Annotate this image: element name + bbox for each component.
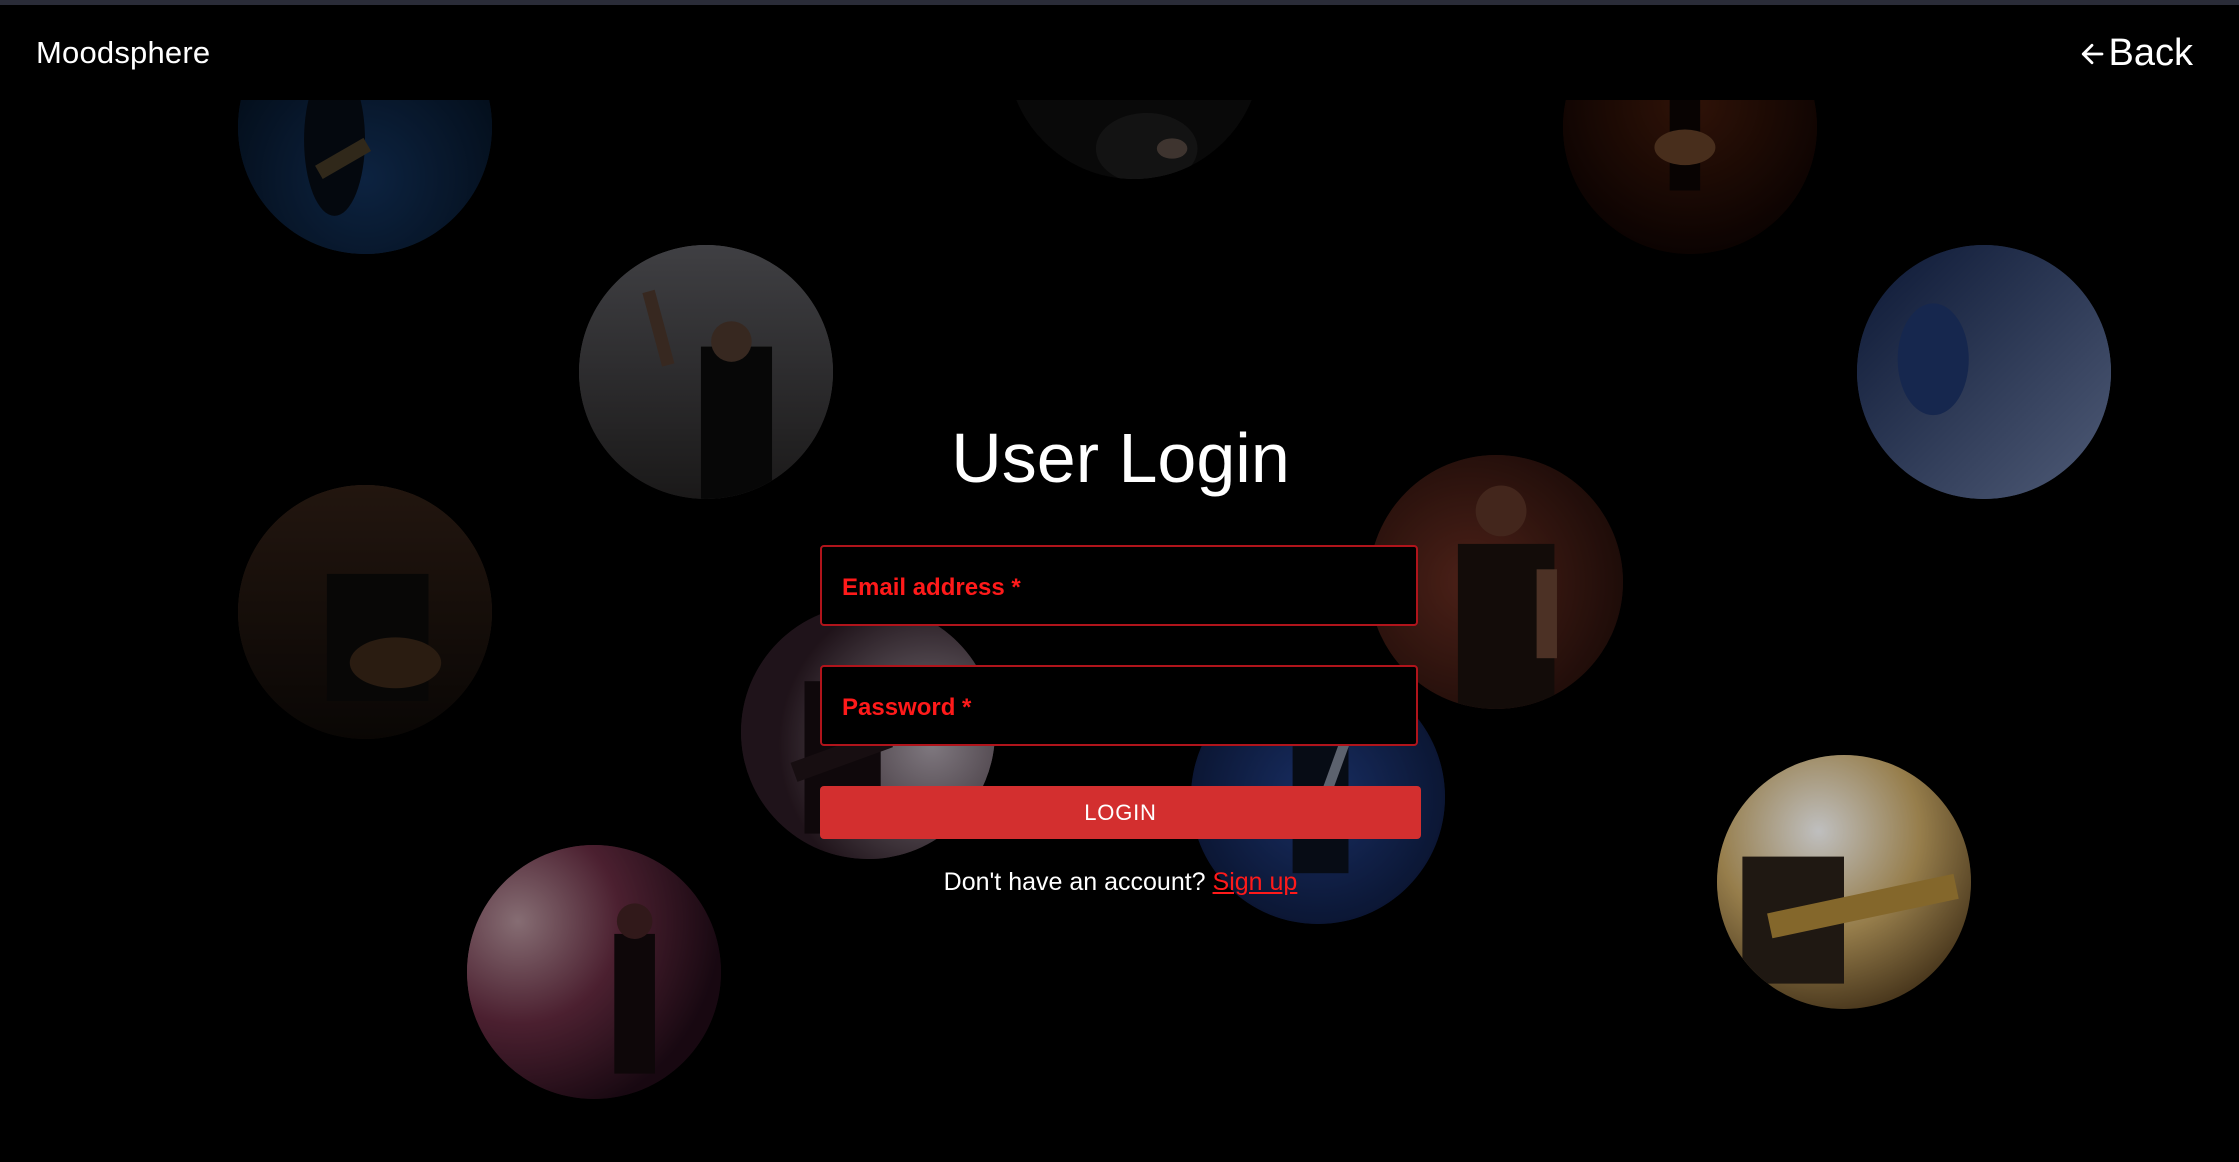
background-stage: User Login Email address * Password * LO… [0, 100, 2239, 1162]
concert-photo-bubble [238, 100, 492, 254]
password-field[interactable]: Password * [820, 665, 1418, 746]
concert-photo-bubble [1563, 100, 1817, 254]
app-header: Moodsphere Back [0, 5, 2239, 100]
concert-photo-bubble [467, 845, 721, 1099]
page-title: User Login [951, 419, 1290, 497]
brand-logo[interactable]: Moodsphere [36, 35, 210, 71]
concert-photo-bubble [238, 485, 492, 739]
back-button[interactable]: Back [2077, 32, 2193, 75]
signup-row: Don't have an account? Sign up [820, 868, 1421, 897]
arrow-left-icon [2081, 43, 2103, 64]
back-label: Back [2108, 32, 2193, 74]
concert-photo-bubble [579, 245, 833, 499]
concert-photo-bubble [1857, 245, 2111, 499]
login-button[interactable]: LOGIN [820, 786, 1421, 839]
signup-prompt: Don't have an account? [943, 868, 1206, 896]
concert-photo-bubble [1007, 100, 1261, 179]
email-field[interactable]: Email address * [820, 545, 1418, 626]
concert-photo-bubble [1717, 755, 1971, 1009]
password-input[interactable] [822, 667, 1416, 744]
signup-link[interactable]: Sign up [1213, 868, 1298, 896]
email-input[interactable] [822, 547, 1416, 624]
